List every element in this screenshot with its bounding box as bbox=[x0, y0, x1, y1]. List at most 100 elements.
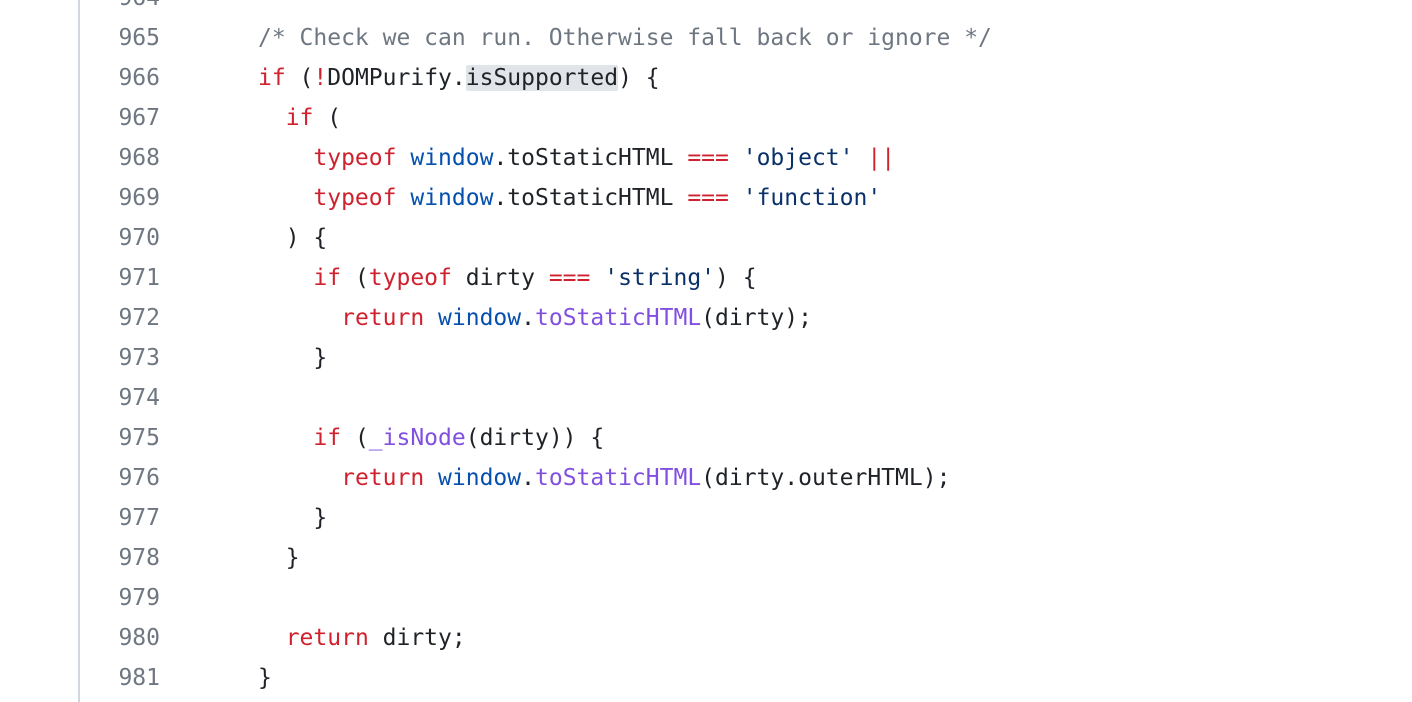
code-token-func: _isNode bbox=[368, 425, 466, 451]
code-token-plain: } bbox=[258, 665, 272, 691]
code-line: 980 return dirty; bbox=[80, 618, 1412, 658]
code-token-keyword: ! bbox=[313, 65, 328, 91]
code-line: 977 } bbox=[80, 498, 1412, 538]
code-token-plain: ) { bbox=[715, 265, 757, 291]
line-code: if ( bbox=[258, 98, 341, 138]
code-token-builtin: window bbox=[438, 305, 522, 331]
line-number[interactable]: 974 bbox=[80, 378, 160, 418]
code-token-plain: DOMPurify. bbox=[327, 65, 466, 91]
code-line: 971 if (typeof dirty === 'string') { bbox=[80, 258, 1412, 298]
line-code: } bbox=[258, 338, 327, 378]
line-number[interactable]: 980 bbox=[80, 618, 160, 658]
line-number[interactable]: 975 bbox=[80, 418, 160, 458]
code-token-keyword: === bbox=[548, 265, 591, 291]
line-code: return window.toStaticHTML(dirty); bbox=[258, 298, 812, 338]
code-token-plain: ( bbox=[341, 425, 369, 451]
code-token-plain: dirty; bbox=[368, 625, 466, 651]
line-number[interactable]: 978 bbox=[80, 538, 160, 578]
code-line: 972 return window.toStaticHTML(dirty); bbox=[80, 298, 1412, 338]
code-token-keyword: typeof bbox=[368, 265, 452, 291]
code-token-plain: . bbox=[521, 465, 535, 491]
line-number[interactable]: 972 bbox=[80, 298, 160, 338]
line-number[interactable]: 969 bbox=[80, 178, 160, 218]
line-number[interactable]: 979 bbox=[80, 578, 160, 618]
line-number[interactable]: 965 bbox=[80, 18, 160, 58]
code-line: 969 typeof window.toStaticHTML === 'func… bbox=[80, 178, 1412, 218]
code-token-plain: . bbox=[521, 305, 535, 331]
code-line: 978 } bbox=[80, 538, 1412, 578]
code-token-plain: .toStaticHTML bbox=[493, 185, 688, 211]
code-token-plain: .toStaticHTML bbox=[493, 145, 688, 171]
line-code: typeof window.toStaticHTML === 'object' … bbox=[258, 138, 895, 178]
code-line: 968 typeof window.toStaticHTML === 'obje… bbox=[80, 138, 1412, 178]
code-token-func: toStaticHTML bbox=[535, 465, 702, 491]
code-token-plain: (dirty)) { bbox=[465, 425, 605, 451]
code-token-string: 'function' bbox=[742, 185, 882, 211]
code-token-highlight[interactable]: isSupported bbox=[465, 65, 619, 91]
line-code: if (typeof dirty === 'string') { bbox=[258, 258, 757, 298]
line-number[interactable]: 966 bbox=[80, 58, 160, 98]
code-token-keyword: === bbox=[687, 145, 729, 171]
code-line: 973 } bbox=[80, 338, 1412, 378]
code-token-string: 'object' bbox=[742, 145, 854, 171]
code-token-plain: (dirty.outerHTML); bbox=[701, 465, 951, 491]
code-token-plain: ( bbox=[313, 105, 342, 131]
line-code: } bbox=[258, 538, 300, 578]
code-token-keyword: if bbox=[258, 65, 286, 91]
line-number[interactable]: 971 bbox=[80, 258, 160, 298]
line-number[interactable]: 964 bbox=[80, 0, 160, 18]
line-code: ) { bbox=[258, 218, 328, 258]
code-token-keyword: || bbox=[867, 145, 896, 171]
code-token-keyword: return bbox=[341, 305, 425, 331]
line-code: if (_isNode(dirty)) { bbox=[258, 418, 604, 458]
code-token-keyword: if bbox=[313, 265, 342, 291]
code-token-func: toStaticHTML bbox=[535, 305, 702, 331]
line-number[interactable]: 976 bbox=[80, 458, 160, 498]
code-token-keyword: return bbox=[285, 625, 369, 651]
code-token-plain: ) { bbox=[618, 65, 660, 91]
line-number[interactable]: 973 bbox=[80, 338, 160, 378]
line-code: } bbox=[258, 658, 272, 698]
code-token-builtin: window bbox=[410, 185, 494, 211]
line-code: /* Check we can run. Otherwise fall back… bbox=[258, 18, 992, 58]
line-code: } bbox=[258, 498, 327, 538]
code-token-plain: ) { bbox=[258, 225, 328, 251]
code-token-plain: ( bbox=[285, 65, 314, 91]
code-line: 965 /* Check we can run. Otherwise fall b… bbox=[80, 18, 1412, 58]
code-token-keyword: if bbox=[313, 425, 342, 451]
line-number[interactable]: 968 bbox=[80, 138, 160, 178]
code-token-plain: (dirty); bbox=[701, 305, 812, 331]
code-token-keyword: typeof bbox=[313, 145, 397, 171]
line-number[interactable]: 970 bbox=[80, 218, 160, 258]
code-token-keyword: if bbox=[285, 105, 314, 131]
line-code: if (!DOMPurify.isSupported) { bbox=[258, 58, 660, 98]
code-view: 964965 /* Check we can run. Otherwise fal… bbox=[80, 0, 1412, 698]
line-code: return window.toStaticHTML(dirty.outerHT… bbox=[258, 458, 950, 498]
code-token-plain: ( bbox=[341, 265, 369, 291]
line-number[interactable]: 967 bbox=[80, 98, 160, 138]
line-number[interactable]: 981 bbox=[80, 658, 160, 698]
code-token-plain: } bbox=[258, 505, 328, 531]
code-token-builtin: window bbox=[438, 465, 522, 491]
line-code: typeof window.toStaticHTML === 'function… bbox=[258, 178, 881, 218]
code-line: 966 if (!DOMPurify.isSupported) { bbox=[80, 58, 1412, 98]
code-line: 979 bbox=[80, 578, 1412, 618]
code-token-keyword: return bbox=[341, 465, 425, 491]
code-line: 964 bbox=[80, 0, 1412, 18]
line-number[interactable]: 977 bbox=[80, 498, 160, 538]
code-line: 974 bbox=[80, 378, 1412, 418]
code-line: 976 return window.toStaticHTML(dirty.out… bbox=[80, 458, 1412, 498]
code-token-keyword: === bbox=[687, 185, 729, 211]
